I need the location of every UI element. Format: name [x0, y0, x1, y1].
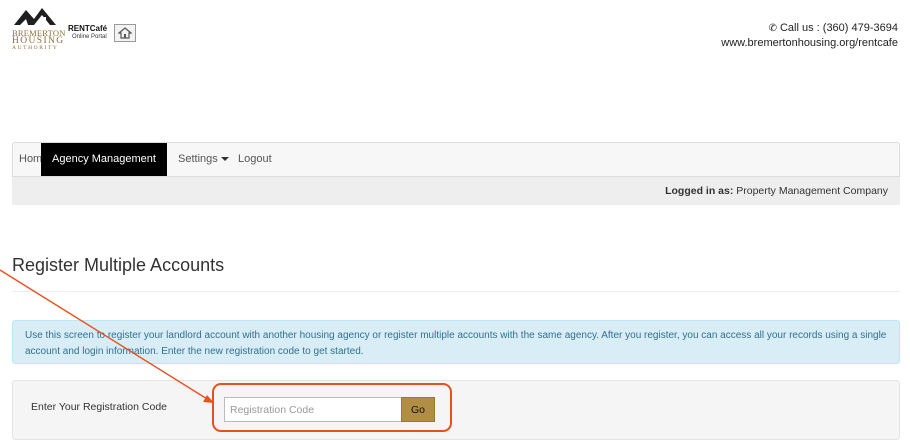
go-button[interactable]: Go: [401, 397, 435, 422]
page-title: Register Multiple Accounts: [12, 255, 225, 275]
login-status-bar: Logged in as: Property Management Compan…: [12, 177, 900, 205]
nav-settings[interactable]: Settings: [178, 143, 229, 176]
logo-line-2: HOUSING: [12, 36, 65, 46]
nav-agency-management[interactable]: Agency Management: [41, 143, 167, 176]
title-divider: [12, 291, 900, 292]
registration-code-input[interactable]: [224, 397, 402, 422]
phone-icon: ✆: [768, 23, 777, 34]
login-status-value: Property Management Company: [736, 185, 888, 197]
rentcafe-logo[interactable]: RENTCafé Online Portal: [68, 24, 138, 50]
house-icon: [114, 24, 136, 42]
registration-code-label: Enter Your Registration Code: [31, 401, 168, 413]
login-status: Logged in as: Property Management Compan…: [665, 185, 888, 197]
login-status-label: Logged in as:: [665, 185, 734, 197]
phone-number: Call us : (360) 479-3694: [779, 22, 898, 34]
rentcafe-title: RENTCafé: [68, 24, 108, 33]
main-navbar: Home Agency Management Settings Logout: [12, 142, 900, 177]
rentcafe-subtitle: Online Portal: [72, 34, 107, 40]
contact-website[interactable]: www.bremertonhousing.org/rentcafe: [721, 36, 898, 51]
logo-line-3: AUTHORITY: [12, 45, 59, 51]
annotation-arrow: [0, 269, 214, 403]
nav-settings-label: Settings: [178, 153, 218, 165]
registration-panel: Enter Your Registration Code: [12, 380, 900, 440]
contact-phone: ✆ Call us : (360) 479-3694: [721, 21, 898, 36]
info-alert: Use this screen to register your landlor…: [12, 320, 900, 364]
caret-down-icon: [220, 157, 229, 162]
nav-logout[interactable]: Logout: [238, 143, 272, 176]
logo-text: BREMERTON HOUSING AUTHORITY: [12, 29, 66, 52]
contact-info: ✆ Call us : (360) 479-3694 www.bremertonh…: [721, 21, 898, 51]
house-roof-icon: [14, 8, 56, 25]
bremerton-housing-logo[interactable]: BREMERTON HOUSING AUTHORITY: [12, 5, 72, 60]
